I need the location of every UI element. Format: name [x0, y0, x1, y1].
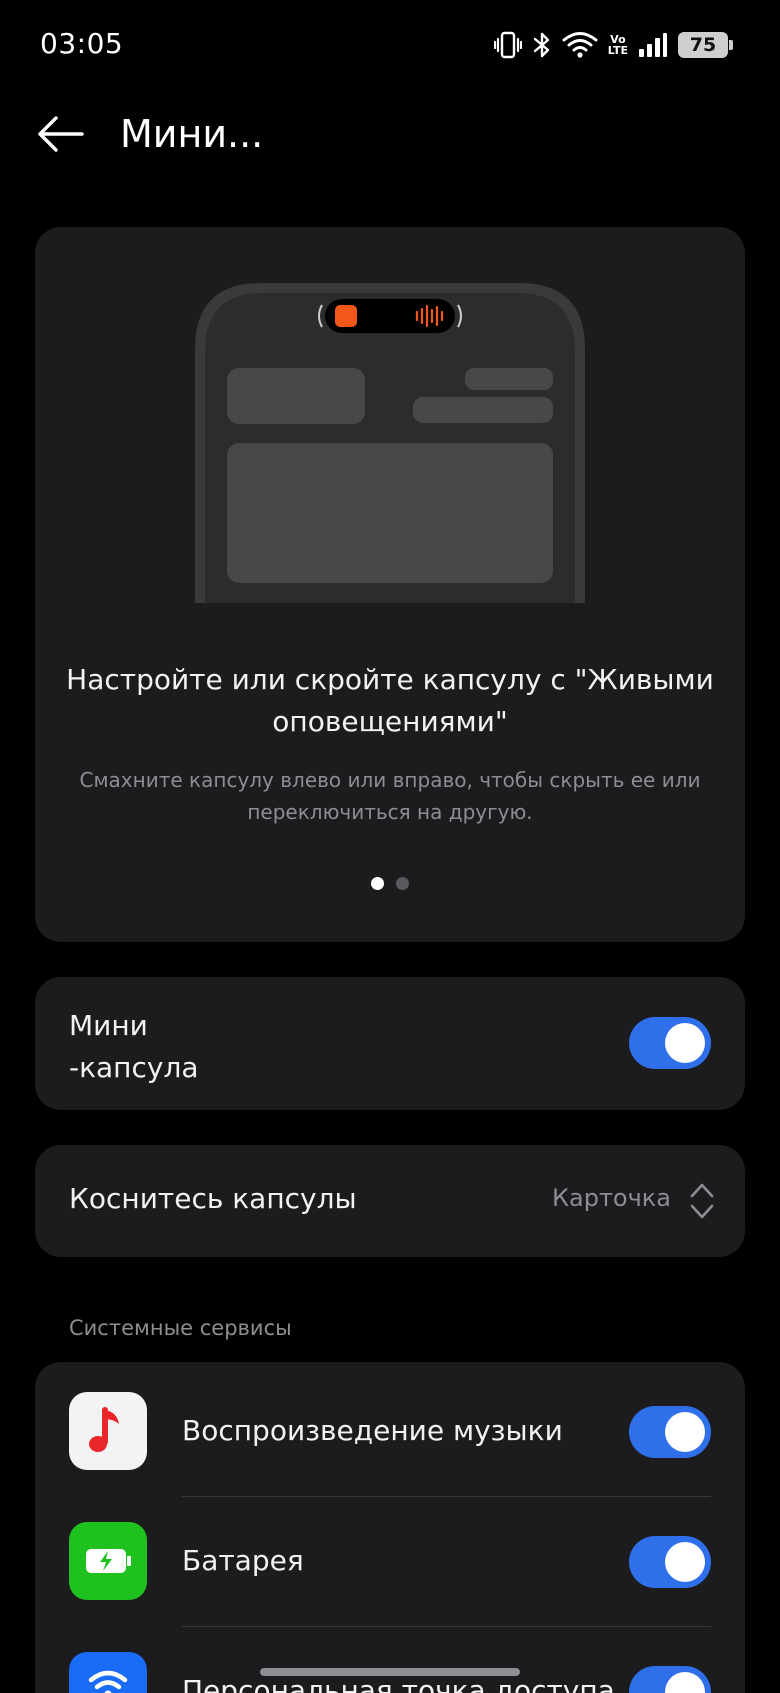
service-row-music[interactable]: Воспроизведение музыки: [35, 1362, 745, 1492]
tap-capsule-label: Коснитесь капсулы: [69, 1182, 357, 1215]
page-dot-2[interactable]: [396, 877, 409, 890]
hotspot-toggle[interactable]: [629, 1666, 711, 1693]
system-services-header: Системные сервисы: [69, 1316, 292, 1340]
system-services-list: Воспроизведение музыки Батарея Персональ…: [35, 1362, 745, 1693]
phone-illustration: [195, 283, 585, 603]
up-down-chevron-icon[interactable]: [689, 1181, 715, 1221]
hotspot-icon: [69, 1652, 147, 1693]
toggle-knob: [665, 1672, 705, 1693]
service-row-battery[interactable]: Батарея: [35, 1492, 745, 1622]
toggle-knob: [665, 1023, 705, 1063]
screen: 03:05 Vo LTE 75 Мини... Настройте или ск…: [0, 0, 780, 1693]
back-arrow-icon: [38, 116, 84, 152]
vibrate-icon: [493, 30, 522, 60]
mini-capsule-label-line-2: -капсула: [69, 1051, 199, 1084]
header: Мини...: [0, 98, 780, 178]
battery-toggle[interactable]: [629, 1536, 711, 1588]
battery-charging-icon: [69, 1522, 147, 1600]
wifi-icon: [562, 31, 598, 59]
status-bar: 03:05 Vo LTE 75: [0, 0, 780, 92]
volte-icon: Vo LTE: [608, 34, 628, 56]
mini-capsule-row[interactable]: Мини -капсула: [35, 977, 745, 1110]
tap-capsule-row[interactable]: Коснитесь капсулы Карточка: [35, 1145, 745, 1257]
battery-cap: [729, 40, 733, 50]
hero-description: Смахните капсулу влево или вправо, чтобы…: [79, 768, 701, 824]
hero-card[interactable]: Настройте или скройте капсулу с "Живыми …: [35, 227, 745, 942]
page-dot-1[interactable]: [371, 877, 384, 890]
capsule-accent: [335, 305, 357, 327]
home-indicator[interactable]: [260, 1668, 520, 1676]
battery-level: 75: [689, 34, 717, 56]
signal-icon: [638, 32, 668, 58]
page-title: Мини...: [120, 112, 264, 156]
mini-capsule-toggle[interactable]: [629, 1017, 711, 1069]
status-icons: Vo LTE 75: [493, 28, 733, 62]
toggle-knob: [665, 1412, 705, 1452]
music-toggle[interactable]: [629, 1406, 711, 1458]
service-row-hotspot[interactable]: Персональная точка доступа: [35, 1622, 745, 1693]
mini-capsule-label-line-1: Мини: [69, 1009, 148, 1042]
tap-capsule-value[interactable]: Карточка: [552, 1184, 671, 1212]
page-indicator: [35, 877, 745, 890]
toggle-knob: [665, 1542, 705, 1582]
hero-title: Настройте или скройте капсулу с "Живыми …: [66, 663, 714, 738]
service-label: Персональная точка доступа: [182, 1674, 615, 1693]
service-label: Батарея: [182, 1544, 304, 1577]
service-label: Воспроизведение музыки: [182, 1414, 563, 1447]
status-time: 03:05: [40, 27, 124, 60]
volte-bottom-label: LTE: [607, 44, 628, 57]
mini-capsule-label: Мини -капсула: [69, 1005, 369, 1089]
back-button[interactable]: [36, 114, 84, 154]
battery-icon: 75: [678, 32, 733, 58]
bluetooth-icon: [532, 30, 552, 60]
music-note-icon: [69, 1392, 147, 1470]
